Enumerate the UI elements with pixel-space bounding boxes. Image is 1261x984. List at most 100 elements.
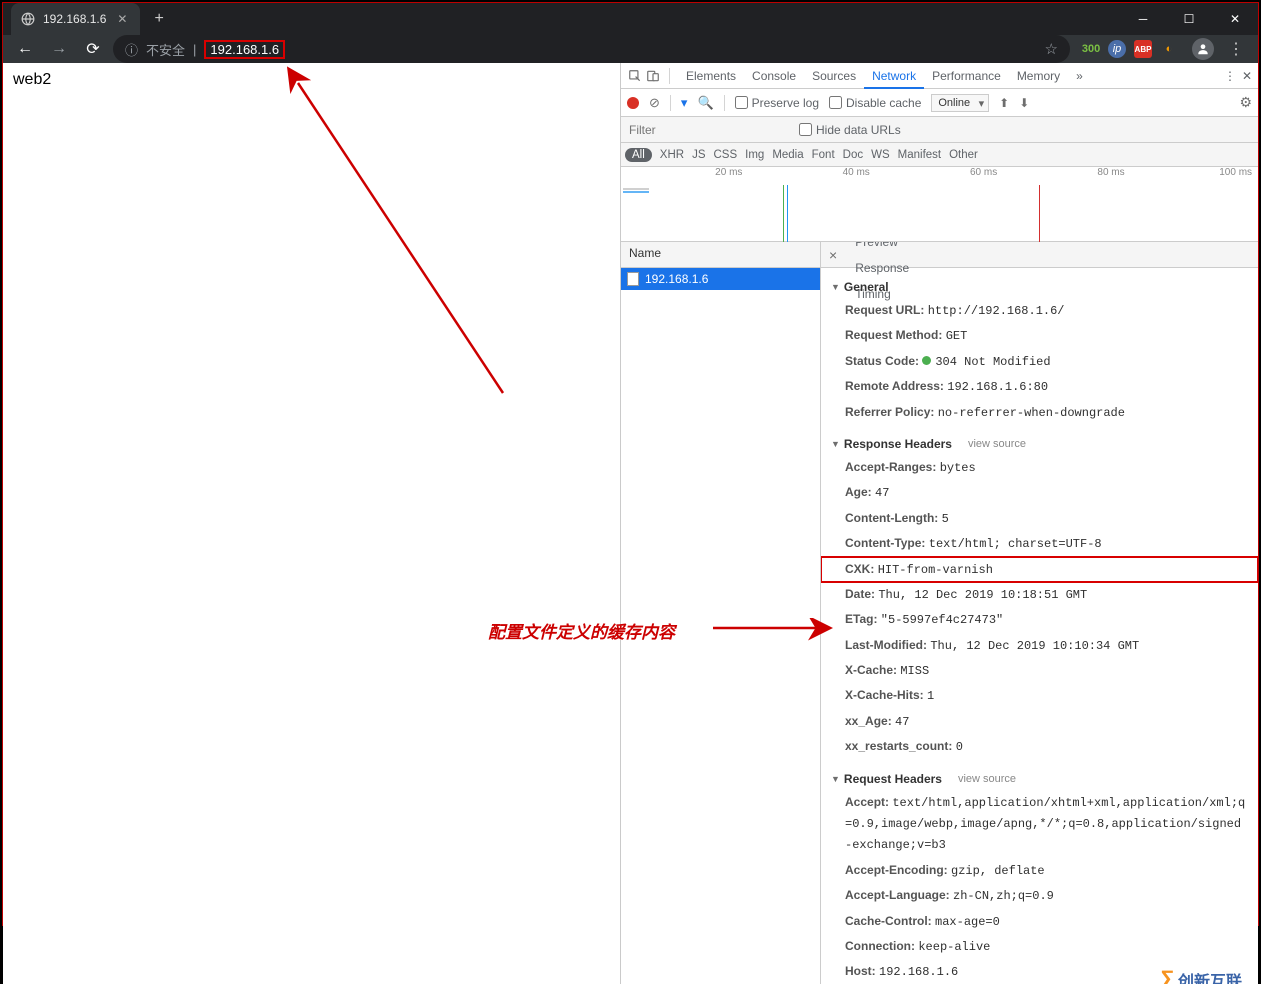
profile-button[interactable] <box>1192 38 1214 60</box>
close-window-button[interactable]: ✕ <box>1212 3 1258 35</box>
filter-type-img[interactable]: Img <box>745 149 764 161</box>
devtools-tab-console[interactable]: Console <box>744 63 804 89</box>
devtools-tab-elements[interactable]: Elements <box>678 63 744 89</box>
file-icon <box>627 272 639 286</box>
hide-data-urls-checkbox[interactable]: Hide data URLs <box>799 123 901 137</box>
new-tab-button[interactable]: + <box>150 6 167 32</box>
filter-type-manifest[interactable]: Manifest <box>898 149 941 161</box>
filter-type-other[interactable]: Other <box>949 149 978 161</box>
logo-text: 创新互联 <box>1178 968 1242 984</box>
page-content: web2 <box>3 63 620 984</box>
forward-button[interactable]: → <box>45 35 73 63</box>
titlebar: 192.168.1.6 ✕ + ─ ☐ ✕ <box>3 3 1258 35</box>
filter-type-css[interactable]: CSS <box>713 149 737 161</box>
header-row: Accept: text/html,application/xhtml+xml,… <box>821 790 1258 858</box>
filter-bar: Hide data URLs <box>621 117 1258 143</box>
filter-input[interactable] <box>627 121 787 139</box>
devtools-tab-sources[interactable]: Sources <box>804 63 864 89</box>
devtools-tab-network[interactable]: Network <box>864 63 924 89</box>
watermark-logo: ⵢ 创新互联 <box>1160 967 1242 984</box>
header-row: X-Cache: MISS <box>821 658 1258 683</box>
header-row: CXK: HIT-from-varnish <box>821 557 1258 582</box>
url-text: 192.168.1.6 <box>204 40 285 59</box>
header-row: Accept-Ranges: bytes <box>821 455 1258 480</box>
reload-button[interactable]: ⟳ <box>79 35 107 63</box>
search-icon[interactable]: 🔍 <box>697 95 713 111</box>
minimize-button[interactable]: ─ <box>1120 3 1166 35</box>
browser-toolbar: ← → ⟳ ⓘ 不安全 | 192.168.1.6 ☆ 300 ip ABP ◐… <box>3 35 1258 63</box>
devtools-tab-performance[interactable]: Performance <box>924 63 1009 89</box>
back-button[interactable]: ← <box>11 35 39 63</box>
ext-icon-ip[interactable]: ip <box>1108 40 1126 58</box>
devtools-close-icon[interactable]: ✕ <box>1242 69 1252 83</box>
devtools-top-bar: ElementsConsoleSourcesNetworkPerformance… <box>621 63 1258 89</box>
header-row: X-Cache-Hits: 1 <box>821 683 1258 708</box>
preserve-log-checkbox[interactable]: Preserve log <box>735 96 819 110</box>
request-row[interactable]: 192.168.1.6 <box>621 268 820 290</box>
header-row: Accept-Encoding: gzip, deflate <box>821 858 1258 883</box>
header-row: Accept-Language: zh-CN,zh;q=0.9 <box>821 883 1258 908</box>
filter-type-js[interactable]: JS <box>692 149 705 161</box>
header-row: Status Code: 304 Not Modified <box>821 349 1258 374</box>
header-row: xx_Age: 47 <box>821 709 1258 734</box>
header-row: Date: Thu, 12 Dec 2019 10:18:51 GMT <box>821 582 1258 607</box>
ext-icon-4[interactable]: ◐ <box>1160 40 1178 58</box>
clear-button[interactable]: ⊘ <box>649 95 660 111</box>
section-title[interactable]: ▼General <box>821 276 1258 298</box>
extension-icons: 300 ip ABP ◐ <box>1076 40 1184 58</box>
header-row: Cache-Control: max-age=0 <box>821 909 1258 934</box>
disable-cache-checkbox[interactable]: Disable cache <box>829 96 921 110</box>
filter-type-xhr[interactable]: XHR <box>660 149 684 161</box>
ext-icon-abp[interactable]: ABP <box>1134 40 1152 58</box>
ext-icon-1[interactable]: 300 <box>1082 40 1100 58</box>
record-button[interactable] <box>627 97 639 109</box>
device-toggle-icon[interactable] <box>645 68 661 84</box>
header-row: ETag: "5-5997ef4c27473" <box>821 607 1258 632</box>
bookmark-icon[interactable]: ☆ <box>1045 40 1058 58</box>
header-row: Content-Length: 5 <box>821 506 1258 531</box>
filter-type-media[interactable]: Media <box>772 149 803 161</box>
view-source-link[interactable]: view source <box>958 773 1016 785</box>
devtools-settings-icon[interactable]: ⋮ <box>1224 69 1236 83</box>
filter-types-bar: All XHR JS CSS Img Media Font Doc WS Manifest Othe… <box>621 143 1258 167</box>
header-row: Request URL: http://192.168.1.6/ <box>821 298 1258 323</box>
devtools-more-tabs-icon[interactable]: » <box>1076 69 1083 83</box>
filter-type-font[interactable]: Font <box>812 149 835 161</box>
logo-mark-icon: ⵢ <box>1160 967 1174 984</box>
site-info-icon[interactable]: ⓘ <box>125 40 138 59</box>
view-source-link[interactable]: view source <box>968 438 1026 450</box>
tab-title: 192.168.1.6 <box>43 12 106 26</box>
filter-type-all[interactable]: All <box>625 148 652 162</box>
header-row: xx_restarts_count: 0 <box>821 734 1258 759</box>
request-detail: × HeadersPreviewResponseTiming ▼GeneralR… <box>821 242 1258 984</box>
address-bar[interactable]: ⓘ 不安全 | 192.168.1.6 ☆ <box>113 35 1070 63</box>
browser-tab[interactable]: 192.168.1.6 ✕ <box>11 3 140 35</box>
section-title[interactable]: ▼Request Headersview source <box>821 768 1258 790</box>
menu-button[interactable]: ⋮ <box>1222 39 1250 59</box>
devtools-panel: ElementsConsoleSourcesNetworkPerformance… <box>620 63 1258 984</box>
close-tab-icon[interactable]: ✕ <box>114 12 130 26</box>
network-settings-icon[interactable]: ⚙ <box>1239 94 1252 111</box>
filter-toggle-icon[interactable]: ▾ <box>681 95 688 111</box>
page-body-text: web2 <box>13 71 51 88</box>
filter-type-doc[interactable]: Doc <box>843 149 863 161</box>
section-title[interactable]: ▼Response Headersview source <box>821 433 1258 455</box>
header-row: Last-Modified: Thu, 12 Dec 2019 10:10:34… <box>821 633 1258 658</box>
insecure-label: 不安全 <box>146 40 185 59</box>
detail-tab-preview[interactable]: Preview <box>845 242 919 255</box>
header-row: Content-Type: text/html; charset=UTF-8 <box>821 531 1258 556</box>
header-row: Referrer Policy: no-referrer-when-downgr… <box>821 400 1258 425</box>
name-header: Name <box>621 242 820 268</box>
maximize-button[interactable]: ☐ <box>1166 3 1212 35</box>
detail-close-icon[interactable]: × <box>821 247 845 263</box>
inspect-element-icon[interactable] <box>627 68 643 84</box>
throttling-select[interactable]: Online <box>931 94 989 112</box>
annotation-label: 配置文件定义的缓存内容 <box>488 618 675 643</box>
request-list: Name 192.168.1.6 <box>621 242 821 984</box>
filter-type-ws[interactable]: WS <box>871 149 890 161</box>
devtools-tab-memory[interactable]: Memory <box>1009 63 1068 89</box>
globe-icon <box>21 12 35 26</box>
download-icon[interactable]: ⬇ <box>1019 96 1029 110</box>
upload-icon[interactable]: ⬆ <box>999 96 1009 110</box>
timeline[interactable]: 20 ms40 ms60 ms80 ms100 ms <box>621 167 1258 242</box>
